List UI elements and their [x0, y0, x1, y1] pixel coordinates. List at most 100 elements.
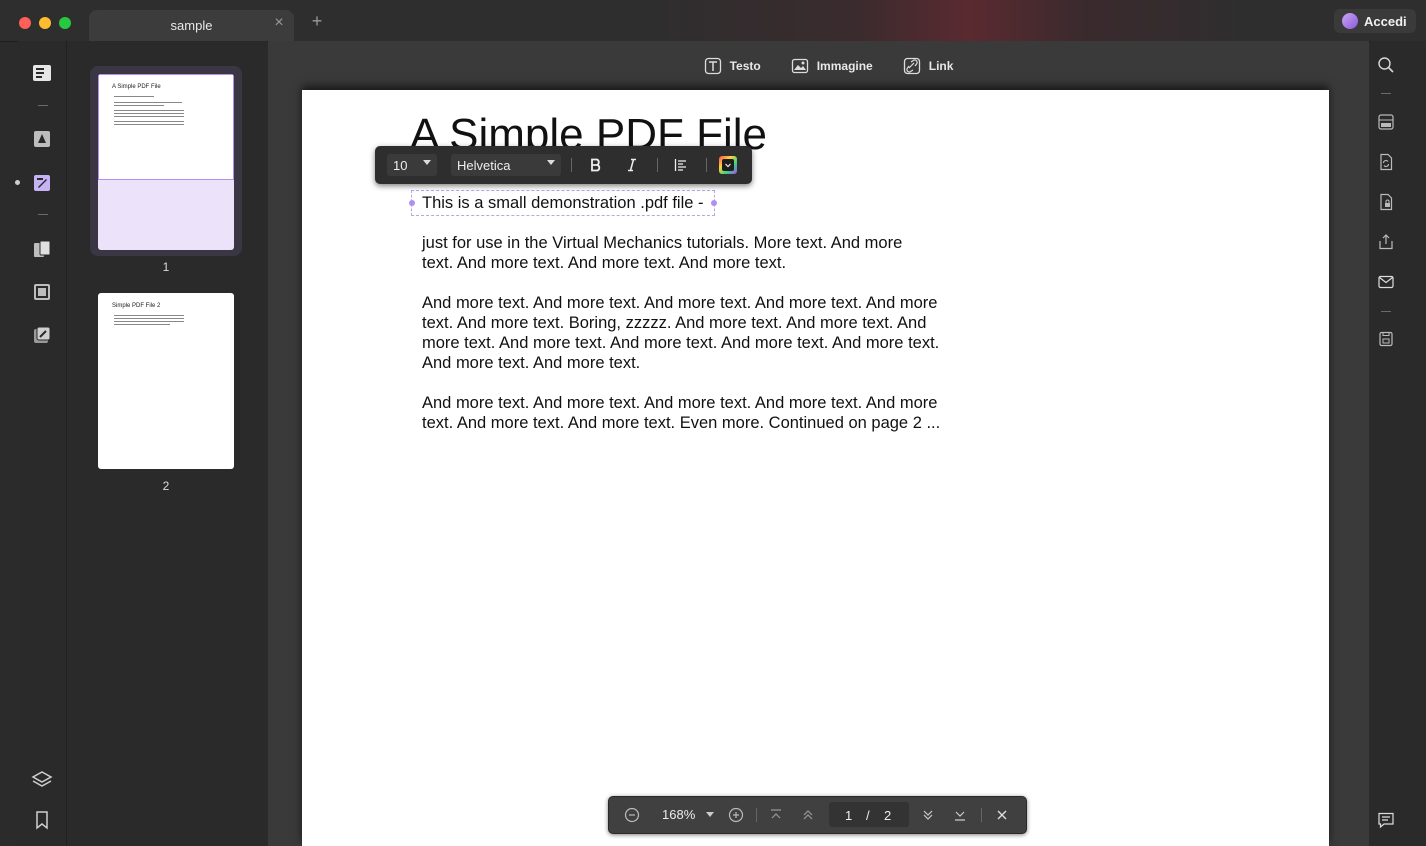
- text-color-button[interactable]: [717, 154, 739, 176]
- document-tab[interactable]: sample ×: [89, 10, 294, 41]
- share-button[interactable]: [1376, 232, 1396, 252]
- thumbnail-number-2: 2: [162, 479, 170, 493]
- italic-button[interactable]: [621, 154, 643, 176]
- chevron-up-double-icon: [803, 810, 813, 820]
- first-page-button[interactable]: [767, 806, 785, 824]
- protect-document-button[interactable]: [1376, 192, 1396, 212]
- add-link-button[interactable]: Link: [903, 55, 954, 77]
- bookmark-icon[interactable]: [31, 809, 53, 831]
- zoom-in-button[interactable]: [727, 806, 745, 824]
- text-icon: [704, 57, 721, 75]
- next-page-button[interactable]: [919, 806, 937, 824]
- thumbnail-page-1[interactable]: A Simple PDF File: [98, 74, 234, 250]
- layers-icon[interactable]: [31, 769, 53, 791]
- align-left-icon: [674, 159, 686, 171]
- font-size-select[interactable]: 10: [387, 154, 437, 176]
- current-page: 1: [845, 808, 853, 823]
- resize-handle-left[interactable]: [409, 200, 415, 206]
- add-image-button[interactable]: Immagine: [791, 55, 873, 77]
- comments-button[interactable]: [1376, 810, 1396, 830]
- save-button[interactable]: [1376, 329, 1396, 349]
- previous-page-button[interactable]: [799, 806, 817, 824]
- thumbnail-line: [114, 96, 154, 97]
- selected-text-box[interactable]: This is a small demonstration .pdf file …: [409, 190, 717, 216]
- text-format-bar: 10 Helvetica: [375, 146, 752, 184]
- text-line: more text. And more text. And more text.…: [422, 334, 940, 352]
- tab-close-icon[interactable]: ×: [272, 15, 286, 31]
- text-line: And more text. And more text. And more t…: [422, 394, 938, 412]
- font-size-value: 10: [393, 158, 408, 173]
- login-button[interactable]: Accedi: [1334, 9, 1416, 33]
- convert-button[interactable]: [1376, 152, 1396, 172]
- font-family-select[interactable]: Helvetica: [451, 154, 561, 176]
- resize-handle-right[interactable]: [711, 200, 717, 206]
- reader-mode-icon[interactable]: [31, 62, 53, 84]
- rail-divider: [1381, 93, 1391, 94]
- thumbnail-line: [114, 315, 184, 316]
- add-text-button[interactable]: Testo: [704, 55, 761, 77]
- text-line: text. And more text. Boring, zzzzz. And …: [422, 314, 927, 332]
- close-window-button[interactable]: [19, 17, 31, 29]
- color-picker-icon: [719, 156, 737, 174]
- text-line: And more text. And more text. And more t…: [422, 294, 938, 312]
- page-input[interactable]: 1 / 2: [829, 802, 909, 827]
- thumbnail-line: [114, 318, 184, 319]
- zoom-level[interactable]: 168%: [662, 807, 695, 822]
- minimize-window-button[interactable]: [39, 17, 51, 29]
- thumbnail-line: [114, 321, 184, 322]
- lock-document-icon: [1380, 193, 1393, 211]
- format-divider: [706, 158, 707, 172]
- login-label: Accedi: [1364, 13, 1407, 29]
- new-tab-icon[interactable]: +: [309, 12, 325, 30]
- paragraph-2[interactable]: And more text. And more text. And more t…: [422, 293, 982, 373]
- edit-pdf-icon[interactable]: [31, 172, 53, 194]
- link-icon: [903, 57, 920, 75]
- paragraph-1[interactable]: just for use in the Virtual Mechanics tu…: [422, 233, 967, 273]
- align-left-button[interactable]: [670, 154, 692, 176]
- comment-marker-icon[interactable]: [31, 128, 53, 150]
- zoom-in-icon: [728, 807, 744, 823]
- mail-icon: [1378, 275, 1394, 289]
- format-divider: [657, 158, 658, 172]
- add-link-label: Link: [928, 59, 954, 73]
- close-navigation-button[interactable]: [993, 806, 1011, 824]
- rail-divider: [38, 105, 48, 106]
- page-navigation-bar: 168% 1 / 2: [608, 796, 1027, 834]
- chevron-down-icon[interactable]: [706, 812, 714, 817]
- ocr-button[interactable]: [1376, 112, 1396, 132]
- title-bar: sample × + Accedi: [0, 0, 1426, 42]
- protect-icon[interactable]: [31, 324, 53, 346]
- zoom-out-icon: [624, 807, 640, 823]
- italic-icon: [628, 158, 636, 172]
- search-button[interactable]: [1376, 55, 1396, 75]
- chevron-down-double-icon: [923, 810, 933, 820]
- thumbnail-card-2[interactable]: Simple PDF File 2 2: [90, 285, 242, 493]
- left-tool-rail: [15, 41, 67, 846]
- last-page-button[interactable]: [951, 806, 969, 824]
- pdf-page[interactable]: A Simple PDF File This is a small demons…: [302, 90, 1329, 846]
- paragraph-3[interactable]: And more text. And more text. And more t…: [422, 393, 982, 433]
- save-icon: [1379, 331, 1393, 347]
- text-line: just for use in the Virtual Mechanics tu…: [422, 234, 903, 252]
- add-image-label: Immagine: [816, 59, 873, 73]
- thumbnail-page-2[interactable]: Simple PDF File 2: [98, 293, 234, 469]
- edit-toolbar: Testo Immagine Link: [268, 55, 1369, 77]
- selected-text[interactable]: This is a small demonstration .pdf file …: [422, 194, 704, 213]
- crop-icon[interactable]: [31, 281, 53, 303]
- first-page-icon: [771, 809, 781, 819]
- comment-icon: [1378, 812, 1394, 829]
- organize-pages-icon[interactable]: [31, 238, 53, 260]
- font-family-value: Helvetica: [457, 158, 511, 173]
- zoom-window-button[interactable]: [59, 17, 71, 29]
- document-area: Testo Immagine Link A Simple PDF File Th…: [268, 41, 1369, 846]
- convert-icon: [1380, 153, 1393, 171]
- add-text-label: Testo: [729, 59, 761, 73]
- thumbnail-line: [114, 121, 184, 122]
- bold-button[interactable]: [585, 154, 607, 176]
- email-button[interactable]: [1376, 272, 1396, 292]
- thumbnail-panel: A Simple PDF File 1 Simple PDF File 2 2: [67, 41, 267, 846]
- zoom-out-button[interactable]: [623, 806, 641, 824]
- active-indicator: [15, 180, 20, 185]
- search-icon: [1378, 57, 1394, 73]
- thumbnail-card-1[interactable]: A Simple PDF File 1: [90, 66, 242, 274]
